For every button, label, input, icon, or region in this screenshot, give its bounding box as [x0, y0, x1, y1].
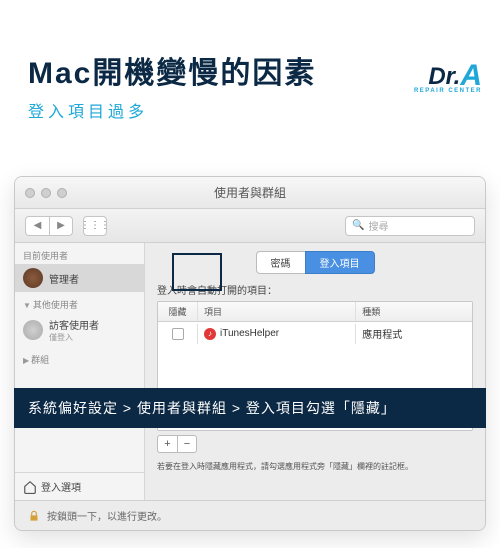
back-button[interactable]: ◀	[25, 216, 49, 236]
search-input[interactable]: 🔍 搜尋	[345, 216, 475, 236]
preferences-window: 使用者與群組 ◀ ▶ ⋮⋮⋮ 🔍 搜尋 目前使用者 管理者 ▼其他使用者 訪客使…	[14, 176, 486, 531]
hide-checkbox[interactable]	[172, 328, 184, 340]
column-kind: 種類	[356, 302, 472, 321]
window-footer: 按鎖頭一下，以進行更改。	[15, 500, 485, 530]
tab-login-items[interactable]: 登入項目	[305, 251, 375, 274]
toolbar: ◀ ▶ ⋮⋮⋮ 🔍 搜尋	[15, 209, 485, 243]
sidebar: 目前使用者 管理者 ▼其他使用者 訪客使用者僅登入 ▶群組 登入選項	[15, 243, 145, 500]
column-item: 項目	[198, 302, 356, 321]
sidebar-section-other: ▼其他使用者	[15, 292, 144, 313]
callout-highlight	[172, 253, 222, 291]
hint-text: 若要在登入時隱藏應用程式，請勾選應用程式旁「隱藏」欄裡的註記框。	[157, 461, 473, 472]
page-subtitle: 登入項目過多	[28, 98, 500, 122]
column-hide: 隱藏	[158, 302, 198, 321]
avatar-icon	[23, 320, 43, 340]
brand-logo: Dr.A	[428, 58, 482, 92]
window-title: 使用者與群組	[15, 184, 485, 201]
sidebar-item-guest[interactable]: 訪客使用者僅登入	[15, 313, 144, 347]
forward-button[interactable]: ▶	[49, 216, 73, 236]
tab-password[interactable]: 密碼	[256, 251, 305, 274]
instruction-banner: 系統偏好設定 > 使用者與群組 > 登入項目勾選「隱藏」	[14, 388, 486, 428]
sidebar-section-groups: ▶群組	[15, 347, 144, 368]
window-titlebar: 使用者與群組	[15, 177, 485, 209]
app-icon: ♪	[204, 328, 216, 340]
sidebar-item-admin[interactable]: 管理者	[15, 264, 144, 292]
table-row[interactable]: ♪iTunesHelper 應用程式	[158, 322, 472, 345]
avatar-icon	[23, 268, 43, 288]
brand-subtitle: REPAIR CENTER	[414, 88, 482, 94]
sidebar-section-current: 目前使用者	[15, 243, 144, 264]
show-all-button[interactable]: ⋮⋮⋮	[83, 216, 107, 236]
login-options-button[interactable]: 登入選項	[15, 472, 144, 500]
add-button[interactable]: +	[157, 435, 177, 453]
house-icon	[23, 480, 37, 494]
lock-icon[interactable]	[27, 509, 41, 523]
remove-button[interactable]: −	[177, 435, 197, 453]
search-icon: 🔍	[352, 220, 364, 231]
